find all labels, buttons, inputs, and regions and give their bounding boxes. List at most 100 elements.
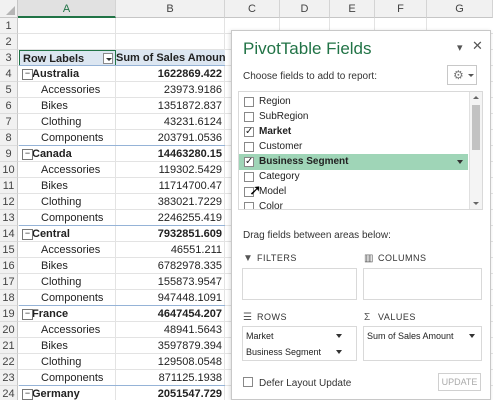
field-checkbox[interactable] <box>244 202 254 209</box>
scroll-thumb[interactable] <box>472 105 480 150</box>
row-header[interactable]: 9 <box>0 146 18 162</box>
pivot-item-label[interactable]: Accessories <box>19 322 116 338</box>
pivot-group-label[interactable]: Central <box>19 226 116 242</box>
field-color[interactable]: Color <box>239 199 468 209</box>
pivot-item-label[interactable]: Clothing <box>19 194 116 210</box>
column-header-a[interactable]: A <box>18 0 116 18</box>
row-header[interactable]: 7 <box>0 114 18 130</box>
row-header[interactable]: 1 <box>0 18 18 34</box>
pivot-item-label[interactable]: Components <box>19 130 116 146</box>
row-header[interactable]: 2 <box>0 34 18 50</box>
pivot-group-label[interactable]: Canada <box>19 146 116 162</box>
pivot-item-label[interactable]: Bikes <box>19 98 116 114</box>
scroll-up-icon[interactable] <box>473 96 479 99</box>
pivot-group-label[interactable]: Australia <box>19 66 116 82</box>
pivot-item-value[interactable]: 46551.211 <box>116 242 225 258</box>
values-area[interactable]: Sum of Sales Amount <box>363 326 482 361</box>
rows-area[interactable]: Market Business Segment <box>242 326 357 361</box>
field-dropdown-icon[interactable] <box>457 160 463 164</box>
field-list-scrollbar[interactable] <box>469 92 482 209</box>
pivot-item-value[interactable]: 23973.9186 <box>116 82 225 98</box>
pivot-group-value[interactable]: 2051547.729 <box>116 386 225 400</box>
pivot-item-label[interactable]: Components <box>19 210 116 226</box>
update-button[interactable]: UPDATE <box>438 373 481 391</box>
pivot-item-value[interactable]: 3597879.394 <box>116 338 225 354</box>
pane-options-icon[interactable]: ▾ <box>457 41 463 54</box>
row-header[interactable]: 4 <box>0 66 18 82</box>
row-header[interactable]: 3 <box>0 50 18 66</box>
field-checkbox[interactable] <box>244 97 254 107</box>
scroll-down-icon[interactable] <box>473 202 479 205</box>
row-header[interactable]: 11 <box>0 178 18 194</box>
columns-area[interactable] <box>363 268 482 300</box>
filters-area[interactable] <box>242 268 357 300</box>
row-header[interactable]: 8 <box>0 130 18 146</box>
row-header[interactable]: 16 <box>0 258 18 274</box>
pivot-item-label[interactable]: Accessories <box>19 82 116 98</box>
field-checkbox[interactable] <box>244 112 254 122</box>
pivot-item-label[interactable]: Clothing <box>19 274 116 290</box>
dropdown-arrow-icon[interactable] <box>469 334 475 338</box>
pivot-item-value[interactable]: 119302.5429 <box>116 162 225 178</box>
field-business-segment[interactable]: Business Segment <box>239 154 468 170</box>
pivot-item-label[interactable]: Bikes <box>19 258 116 274</box>
field-checkbox[interactable] <box>244 142 254 152</box>
pivot-group-value[interactable]: 4647454.207 <box>116 306 225 322</box>
field-market[interactable]: Market <box>239 124 468 140</box>
defer-checkbox[interactable] <box>243 377 253 387</box>
pivot-item-label[interactable]: Accessories <box>19 242 116 258</box>
pivot-group-label[interactable]: France <box>19 306 116 322</box>
column-header-c[interactable]: C <box>225 0 280 18</box>
pivot-item-value[interactable]: 203791.0536 <box>116 130 225 146</box>
row-header[interactable]: 5 <box>0 82 18 98</box>
close-icon[interactable]: ✕ <box>472 38 483 54</box>
row-header[interactable]: 10 <box>0 162 18 178</box>
pivot-item-value[interactable]: 155873.9547 <box>116 274 225 290</box>
dropdown-arrow-icon[interactable] <box>336 350 342 354</box>
pivot-item-value[interactable]: 11714700.47 <box>116 178 225 194</box>
row-header[interactable]: 14 <box>0 226 18 242</box>
field-checkbox[interactable] <box>244 124 254 140</box>
values-item-sum-of-sales-amount[interactable]: Sum of Sales Amount <box>367 329 477 343</box>
field-region[interactable]: Region <box>239 94 468 110</box>
pivot-group-label[interactable]: Germany <box>19 386 116 400</box>
row-header[interactable]: 19 <box>0 306 18 322</box>
defer-layout-update[interactable]: Defer Layout Update <box>243 377 351 389</box>
pivot-item-value[interactable]: 6782978.335 <box>116 258 225 274</box>
row-header[interactable]: 15 <box>0 242 18 258</box>
row-header[interactable]: 20 <box>0 322 18 338</box>
rows-item-business-segment[interactable]: Business Segment <box>246 345 344 359</box>
dropdown-arrow-icon[interactable] <box>336 334 342 338</box>
pivot-item-value[interactable]: 871125.1938 <box>116 370 225 386</box>
rows-item-market[interactable]: Market <box>246 329 344 343</box>
pivot-item-value[interactable]: 48941.5643 <box>116 322 225 338</box>
field-subregion[interactable]: SubRegion <box>239 109 468 125</box>
pivot-item-label[interactable]: Components <box>19 370 116 386</box>
pivot-item-label[interactable]: Components <box>19 290 116 306</box>
pivot-item-value[interactable]: 2246255.419 <box>116 210 225 226</box>
row-header[interactable]: 12 <box>0 194 18 210</box>
row-labels-filter-button[interactable] <box>103 53 113 64</box>
column-header-d[interactable]: D <box>280 0 330 18</box>
pivot-group-value[interactable]: 1622869.422 <box>116 66 225 82</box>
pivot-item-value[interactable]: 947448.1091 <box>116 290 225 306</box>
row-header[interactable]: 17 <box>0 274 18 290</box>
field-checkbox[interactable] <box>244 154 254 170</box>
field-customer[interactable]: Customer <box>239 139 468 155</box>
column-header-b[interactable]: B <box>116 0 225 18</box>
pivot-item-label[interactable]: Clothing <box>19 354 116 370</box>
row-header[interactable]: 22 <box>0 354 18 370</box>
row-header[interactable]: 18 <box>0 290 18 306</box>
pivot-item-label[interactable]: Bikes <box>19 178 116 194</box>
pivot-item-value[interactable]: 43231.6124 <box>116 114 225 130</box>
column-header-f[interactable]: F <box>375 0 427 18</box>
row-header[interactable]: 13 <box>0 210 18 226</box>
pivot-group-value[interactable]: 7932851.609 <box>116 226 225 242</box>
select-all-corner[interactable] <box>0 0 18 18</box>
column-header-e[interactable]: E <box>330 0 375 18</box>
pivot-item-label[interactable]: Clothing <box>19 114 116 130</box>
sum-header[interactable]: Sum of Sales Amount <box>116 50 225 66</box>
row-labels-header[interactable]: Row Labels <box>19 50 116 66</box>
row-header[interactable]: 24 <box>0 386 18 400</box>
pivot-item-value[interactable]: 383021.7229 <box>116 194 225 210</box>
